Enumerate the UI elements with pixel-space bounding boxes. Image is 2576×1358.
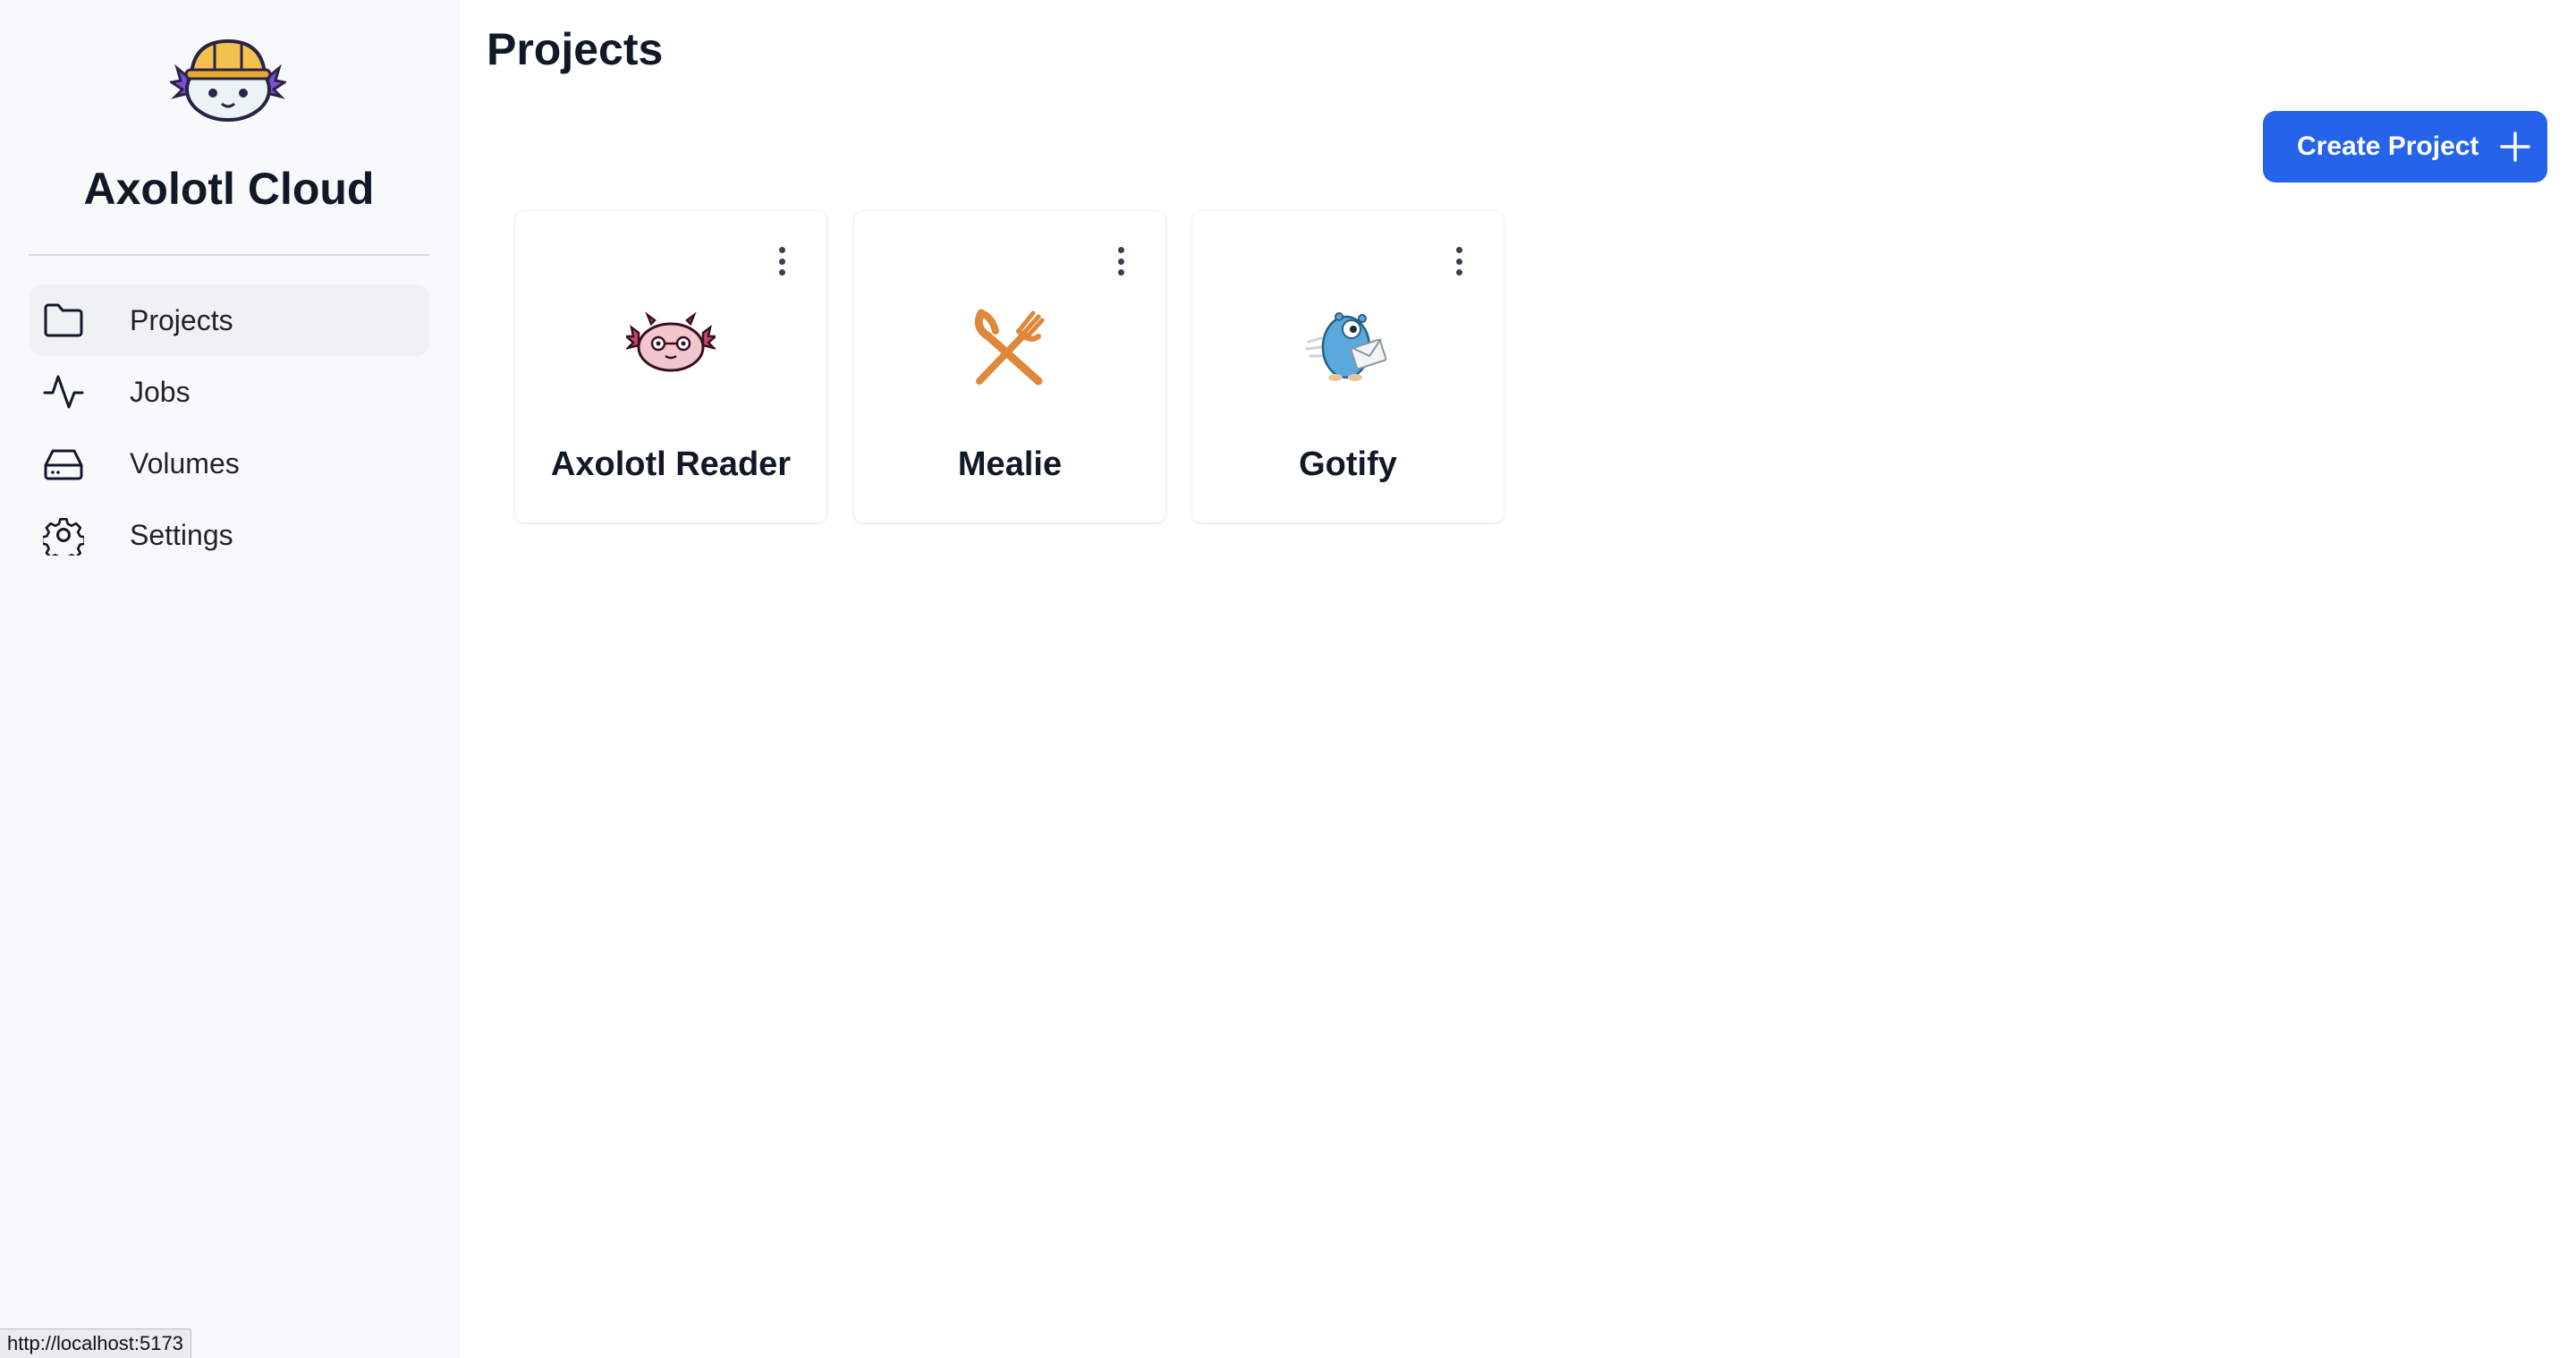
page-title: Projects (487, 24, 664, 74)
axolotl-icon (626, 311, 716, 372)
brand-title: Axolotl Cloud (83, 164, 375, 214)
project-card-gotify[interactable]: Gotify (1192, 211, 1504, 522)
sidebar-divider (29, 254, 429, 256)
create-project-label: Create Project (2297, 132, 2479, 161)
sidebar: Axolotl Cloud Projects Jobs Volumes Sett… (0, 0, 459, 1358)
project-name: Gotify (1299, 446, 1397, 483)
project-card-axolotl-reader[interactable]: Axolotl Reader (515, 211, 826, 522)
more-options-icon[interactable] (1446, 242, 1471, 281)
sidebar-item-projects[interactable]: Projects (30, 284, 429, 356)
axolotl-logo (170, 38, 286, 122)
gopher-mail-icon (1305, 312, 1387, 381)
gear-icon (42, 513, 85, 556)
sidebar-item-label: Settings (130, 518, 233, 551)
project-name: Mealie (957, 446, 1063, 483)
sidebar-item-settings[interactable]: Settings (30, 499, 429, 571)
activity-icon (42, 370, 85, 413)
project-card-mealie[interactable]: Mealie (854, 211, 1165, 522)
sidebar-item-jobs[interactable]: Jobs (30, 356, 429, 428)
plus-icon (2500, 132, 2531, 162)
fork-knife-icon (974, 309, 1045, 386)
more-options-icon[interactable] (769, 242, 794, 281)
project-name: Axolotl Reader (550, 446, 792, 483)
sidebar-item-label: Projects (130, 303, 233, 336)
status-bar-url: http://localhost:5173 (0, 1328, 191, 1358)
more-options-icon[interactable] (1108, 242, 1133, 281)
folder-icon (42, 299, 85, 342)
hard-drive-icon (42, 442, 85, 485)
sidebar-item-label: Volumes (130, 446, 240, 480)
create-project-button[interactable]: Create Project (2263, 111, 2547, 182)
sidebar-item-volumes[interactable]: Volumes (30, 428, 429, 499)
sidebar-item-label: Jobs (130, 375, 191, 408)
